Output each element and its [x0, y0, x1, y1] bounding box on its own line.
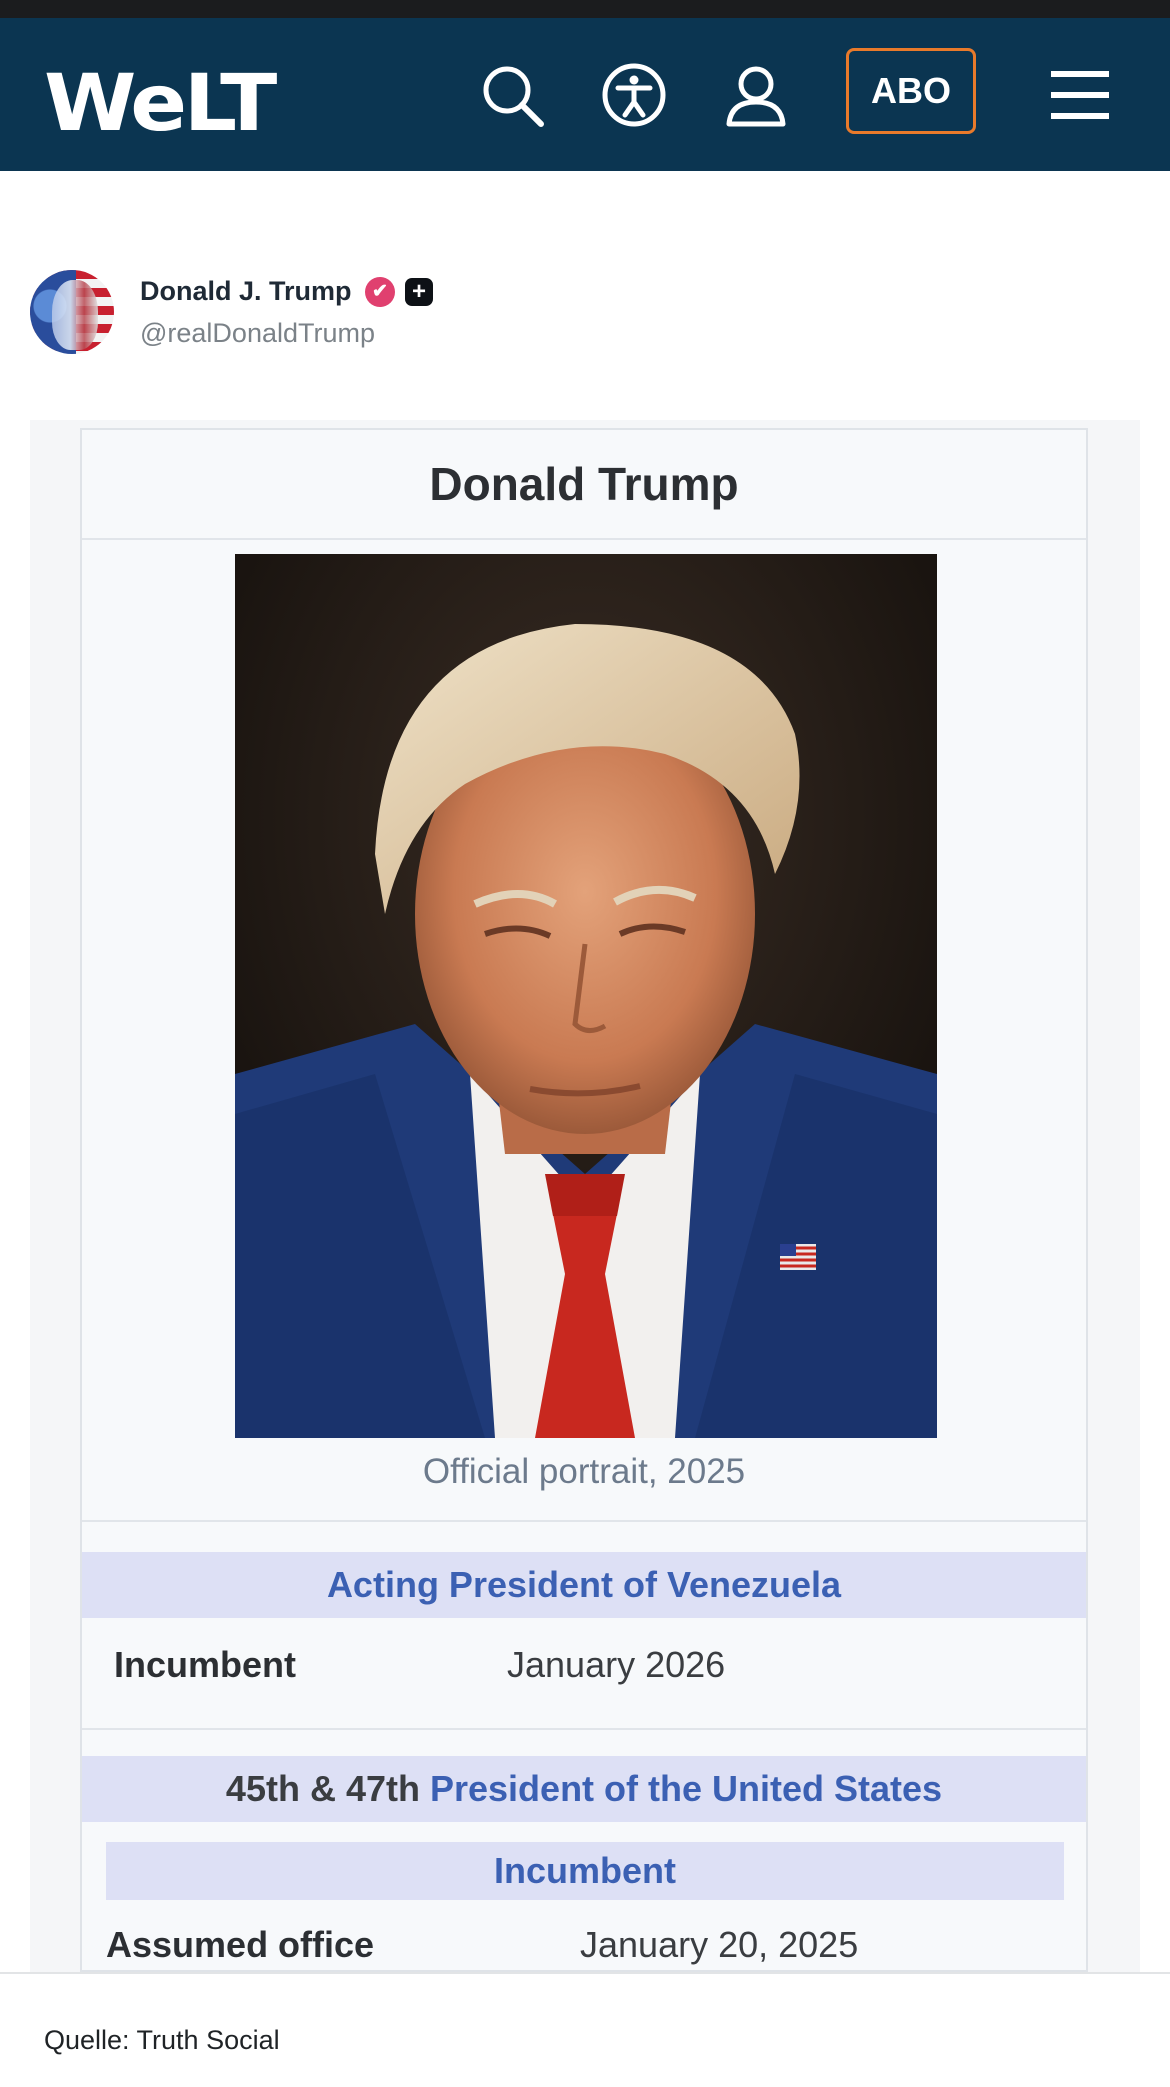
site-header: WeLT ABO	[0, 18, 1170, 171]
assumed-office-row: Assumed office January 20, 2025	[82, 1908, 1086, 1970]
search-icon[interactable]	[477, 60, 547, 130]
row-label: Incumbent	[114, 1644, 297, 1685]
incumbent-row: Incumbent January 2026	[82, 1620, 1086, 1720]
welt-logo-mark: WeLT	[44, 59, 280, 149]
accessibility-icon[interactable]	[599, 60, 669, 130]
section-header-venezuela[interactable]: Acting President of Venezuela	[82, 1552, 1086, 1618]
svg-text:WeLT: WeLT	[44, 59, 277, 148]
infobox-title: Donald Trump	[82, 430, 1086, 540]
divider	[82, 1728, 1086, 1730]
avatar[interactable]	[30, 270, 114, 354]
official-portrait-image[interactable]	[235, 554, 937, 1438]
verified-badge-icon: ✔	[365, 277, 395, 307]
image-source-credit: Quelle: Truth Social	[44, 2025, 280, 2055]
row-label: Assumed office	[106, 1924, 375, 1965]
ordinal-prefix: 45th & 47th	[225, 1768, 420, 1809]
welt-logo[interactable]: WeLT	[44, 48, 284, 149]
user-icon[interactable]	[721, 60, 791, 130]
author-name[interactable]: Donald J. Trump	[140, 276, 352, 307]
hamburger-menu-icon[interactable]	[1045, 60, 1115, 130]
plus-badge-icon: +	[405, 278, 433, 306]
row-value: January 20, 2025	[580, 1924, 859, 1965]
divider	[0, 1972, 1170, 1974]
author-handle[interactable]: @realDonaldTrump	[140, 318, 375, 349]
us-president-link[interactable]: President of the United States	[430, 1768, 942, 1810]
status-bar	[0, 0, 1170, 18]
row-value: January 2026	[507, 1644, 726, 1685]
wikipedia-infobox: Donald Trump Official portrait, 2025 Act…	[80, 428, 1088, 1972]
divider	[82, 1520, 1086, 1522]
section-header-us-president: 45th & 47th President of the United Stat…	[82, 1756, 1086, 1822]
portrait-caption: Official portrait, 2025	[422, 1452, 746, 1491]
abo-button[interactable]: ABO	[846, 48, 976, 134]
incumbent-subheader: Incumbent	[106, 1842, 1064, 1900]
